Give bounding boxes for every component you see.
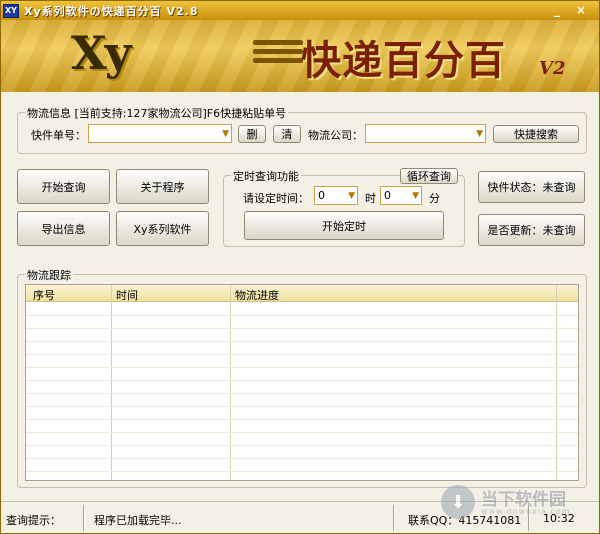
table-row bbox=[26, 354, 578, 355]
minute-value: 0 bbox=[384, 189, 391, 202]
tracking-table[interactable]: 序号 时间 物流进度 bbox=[25, 284, 579, 481]
about-button[interactable]: 关于程序 bbox=[116, 169, 209, 204]
start-timer-button[interactable]: 开始定时 bbox=[244, 211, 444, 240]
company-combo[interactable]: ▼ bbox=[365, 124, 486, 143]
tracking-group-label: 物流跟踪 bbox=[25, 267, 73, 283]
hour-unit: 时 bbox=[365, 192, 376, 205]
timer-group-label: 定时查询功能 bbox=[231, 168, 301, 184]
minute-combo[interactable]: 0 ▼ bbox=[380, 186, 422, 205]
status-divider bbox=[393, 505, 395, 531]
set-time-label: 请设定时间： bbox=[243, 192, 309, 205]
banner-title: 快递百分百 bbox=[301, 38, 506, 84]
quick-search-button[interactable]: 快捷搜索 bbox=[493, 125, 579, 143]
minimize-button[interactable]: _ bbox=[549, 3, 565, 17]
chevron-down-icon[interactable]: ▼ bbox=[348, 191, 355, 201]
title-bar[interactable]: XY Xy系列软件の快递百分百 V2.8 _ × bbox=[1, 1, 599, 20]
table-row bbox=[26, 406, 578, 407]
table-row bbox=[26, 380, 578, 381]
chevron-down-icon[interactable]: ▼ bbox=[412, 191, 419, 201]
table-row bbox=[26, 315, 578, 316]
watermark: ⬇ 当下软件园 www.downxia.com bbox=[441, 485, 591, 521]
update-status-button[interactable]: 是否更新：未查询 bbox=[478, 214, 585, 246]
download-icon: ⬇ bbox=[441, 485, 475, 519]
table-header: 序号 时间 物流进度 bbox=[26, 285, 578, 302]
status-divider bbox=[83, 505, 85, 531]
status-message: 程序已加载完毕... bbox=[94, 514, 182, 527]
table-row bbox=[26, 432, 578, 433]
tracking-number-combo[interactable]: ▼ bbox=[88, 124, 232, 143]
banner-speed-lines bbox=[253, 40, 303, 67]
column-header-index[interactable]: 序号 bbox=[33, 287, 55, 303]
minute-unit: 分 bbox=[429, 192, 440, 205]
column-header-time[interactable]: 时间 bbox=[116, 287, 138, 303]
banner: Xy 快递百分百 V2 bbox=[1, 20, 599, 92]
table-row bbox=[26, 367, 578, 368]
column-header-progress[interactable]: 物流进度 bbox=[235, 287, 279, 303]
table-row bbox=[26, 393, 578, 394]
export-button[interactable]: 导出信息 bbox=[17, 211, 110, 246]
xy-logo: Xy bbox=[71, 26, 131, 80]
delete-button[interactable]: 删 bbox=[238, 125, 266, 143]
banner-version: V2 bbox=[539, 58, 566, 79]
chevron-down-icon[interactable]: ▼ bbox=[476, 129, 483, 139]
chevron-down-icon[interactable]: ▼ bbox=[222, 129, 229, 139]
watermark-url: www.downxia.com bbox=[481, 507, 571, 516]
app-icon: XY bbox=[3, 3, 19, 18]
start-query-button[interactable]: 开始查询 bbox=[17, 169, 110, 204]
loop-query-button[interactable]: 循环查询 bbox=[400, 168, 458, 184]
company-label: 物流公司： bbox=[308, 129, 363, 142]
express-status-button[interactable]: 快件状态：未查询 bbox=[478, 171, 585, 203]
window-title: Xy系列软件の快递百分百 V2.8 bbox=[24, 4, 199, 18]
table-row bbox=[26, 341, 578, 342]
query-group-label: 物流信息 [当前支持:127家物流公司]F6快捷粘贴单号 bbox=[25, 105, 289, 121]
app-window: XY Xy系列软件の快递百分百 V2.8 _ × Xy 快递百分百 V2 物流信… bbox=[0, 0, 600, 534]
status-hint-label: 查询提示： bbox=[6, 514, 61, 527]
hour-value: 0 bbox=[318, 189, 325, 202]
table-row bbox=[26, 458, 578, 459]
table-row bbox=[26, 328, 578, 329]
xy-software-button[interactable]: Xy系列软件 bbox=[116, 211, 209, 246]
close-button[interactable]: × bbox=[573, 3, 589, 17]
table-row bbox=[26, 471, 578, 472]
table-row bbox=[26, 419, 578, 420]
hour-combo[interactable]: 0 ▼ bbox=[314, 186, 358, 205]
table-row bbox=[26, 445, 578, 446]
tracking-number-label: 快件单号： bbox=[31, 129, 86, 142]
clear-button[interactable]: 清 bbox=[273, 125, 301, 143]
